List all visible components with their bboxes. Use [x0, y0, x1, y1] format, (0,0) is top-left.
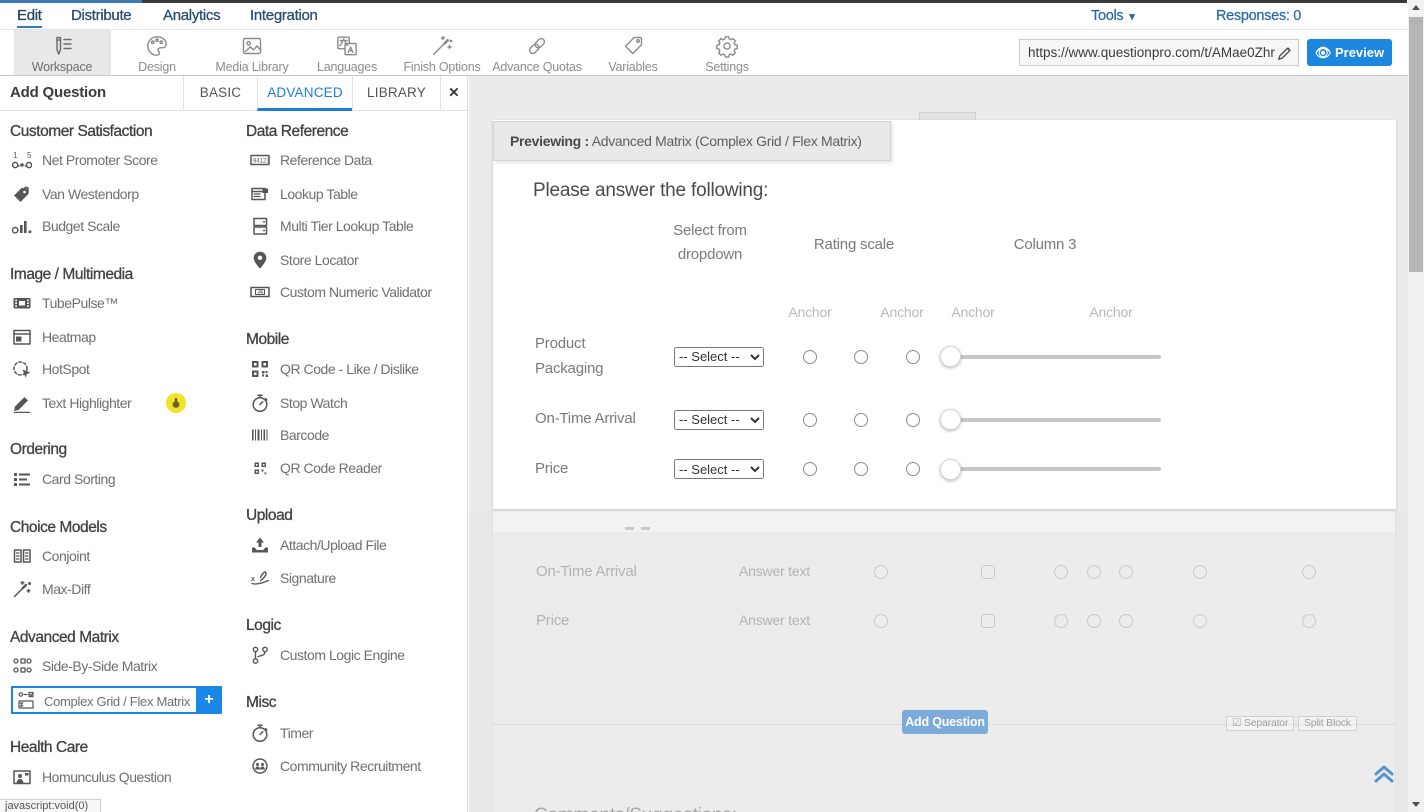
svg-text:94123: 94123 [253, 159, 270, 165]
svg-text:※: ※ [258, 288, 264, 297]
svg-text:x: x [251, 576, 255, 583]
svg-text:1: 1 [13, 151, 18, 160]
svg-text:5: 5 [27, 151, 32, 160]
